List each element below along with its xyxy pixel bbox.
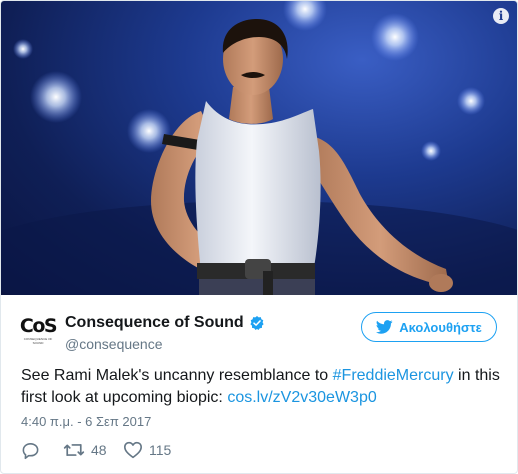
like-count: 115 (149, 442, 172, 458)
heart-icon (124, 441, 142, 459)
twitter-bird-icon (376, 320, 393, 334)
tweet-timestamp[interactable]: 4:40 π.μ. - 6 Σεπ 2017 (21, 414, 151, 429)
logo-text: CoS (19, 315, 58, 337)
tweet-card: i CoS CONSEQUENCE OF SOUND Consequence o… (0, 0, 518, 474)
author-avatar[interactable]: CoS CONSEQUENCE OF SOUND (19, 315, 58, 347)
follow-button-label: Ακολουθήστε (399, 319, 482, 335)
logo-subtext: CONSEQUENCE OF SOUND (23, 337, 53, 345)
reply-icon (22, 442, 39, 459)
author-handle[interactable]: @consequence (65, 336, 163, 352)
like-button[interactable]: 115 (123, 439, 171, 461)
tweet-text: See Rami Malek's uncanny resemblance to … (21, 365, 501, 409)
verified-badge-icon (250, 316, 264, 330)
info-icon[interactable]: i (493, 8, 509, 24)
retweet-count: 48 (91, 442, 107, 458)
photo-illustration (1, 1, 517, 295)
follow-button[interactable]: Ακολουθήστε (361, 312, 497, 342)
reply-button[interactable] (21, 439, 40, 461)
author-name[interactable]: Consequence of Sound (65, 314, 244, 332)
hashtag-link[interactable]: #FreddieMercury (333, 367, 454, 384)
retweet-icon (63, 444, 85, 456)
retweet-button[interactable]: 48 (63, 439, 107, 461)
tweet-photo[interactable]: i (1, 1, 517, 295)
url-link[interactable]: cos.lv/zV2v30eW3p0 (227, 389, 376, 406)
tweet-text-part: See Rami Malek's uncanny resemblance to (21, 367, 333, 384)
